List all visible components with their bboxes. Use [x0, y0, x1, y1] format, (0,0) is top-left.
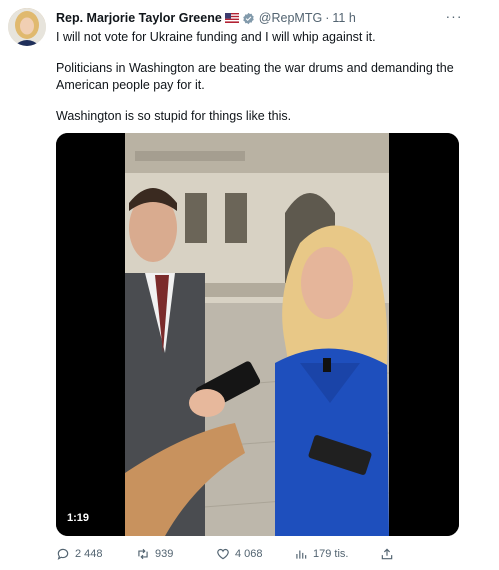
tweet-paragraph: Politicians in Washington are beating th…: [56, 61, 454, 92]
video-player[interactable]: 1:19: [56, 133, 459, 536]
tweet-text: I will not vote for Ukraine funding and …: [56, 29, 476, 125]
reply-icon: [57, 548, 69, 560]
tweet-paragraph: Washington is so stupid for things like …: [56, 109, 292, 123]
retweet-count: 939: [155, 548, 174, 560]
view-count: 179 tis.: [313, 548, 349, 560]
tweet-actions: 2 448 939 4 068 179 tis.: [52, 545, 402, 563]
views-button[interactable]: 179 tis.: [294, 547, 348, 561]
share-button[interactable]: [380, 547, 394, 561]
like-button[interactable]: 4 068: [216, 547, 263, 561]
verified-badge-icon[interactable]: [242, 12, 255, 25]
reply-count: 2 448: [75, 548, 103, 560]
retweet-icon: [138, 548, 148, 560]
author-handle[interactable]: @RepMTG: [259, 11, 322, 25]
more-options-button[interactable]: ···: [444, 8, 464, 24]
like-count: 4 068: [235, 548, 263, 560]
timestamp[interactable]: 11 h: [332, 11, 355, 25]
reply-button[interactable]: 2 448: [56, 547, 103, 561]
author-name[interactable]: Rep. Marjorie Taylor Greene: [56, 11, 222, 25]
video-duration: 1:19: [67, 512, 90, 524]
tweet[interactable]: Rep. Marjorie Taylor Greene @RepMTG · 11…: [0, 0, 499, 570]
us-flag-icon: [224, 13, 239, 23]
separator-dot: ·: [325, 11, 330, 25]
heart-icon: [217, 548, 229, 560]
tweet-header: Rep. Marjorie Taylor Greene @RepMTG · 11…: [56, 9, 356, 27]
retweet-button[interactable]: 939: [136, 547, 173, 561]
views-icon: [296, 550, 307, 559]
tweet-paragraph: I will not vote for Ukraine funding and …: [56, 30, 376, 44]
avatar[interactable]: [8, 8, 46, 46]
share-icon: [381, 548, 393, 560]
video-frame: [56, 133, 459, 536]
